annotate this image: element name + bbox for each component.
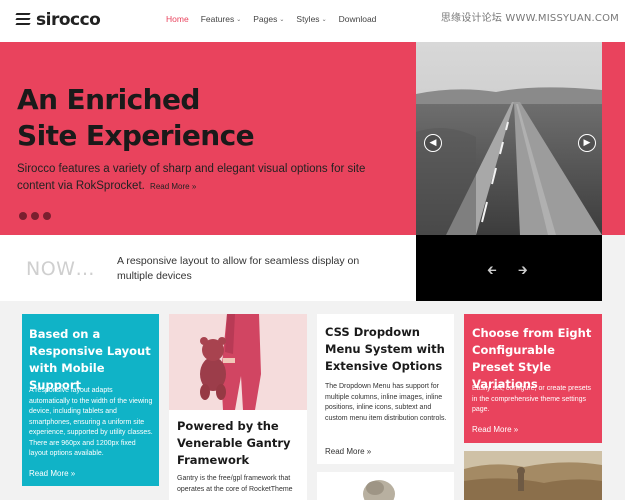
nav-item-pages[interactable]: Pages ⌄: [253, 14, 284, 24]
card-gantry-framework: Powered by the Venerable Gantry Framewor…: [169, 410, 307, 500]
nav-item-home[interactable]: Home: [166, 14, 189, 24]
teddy-bear-photo: [169, 314, 307, 410]
now-label: NOW…: [26, 258, 95, 280]
slide-dot-3[interactable]: [43, 212, 51, 220]
card-title: CSS Dropdown Menu System with Extensive …: [325, 325, 445, 373]
nav-label: Home: [166, 14, 189, 24]
card-style-variations: Choose from Eight Configurable Preset St…: [464, 314, 602, 443]
nav-label: Download: [338, 14, 377, 24]
main-nav: Home Features ⌄ Pages ⌄ Styles ⌄ Download: [166, 14, 376, 24]
slider-next-icon[interactable]: ▶: [578, 134, 596, 152]
read-more-link[interactable]: Read More »: [325, 447, 371, 456]
card-title: Based on a Responsive Layout with Mobile…: [29, 327, 151, 392]
card-body: A responsive layout adapts automatically…: [29, 387, 153, 457]
logo[interactable]: sirocco: [15, 9, 101, 31]
watermark: 思缘设计论坛 WWW.MISSYUAN.COM: [440, 13, 619, 24]
slider-prev-icon[interactable]: ◀: [424, 134, 442, 152]
now-navigation-panel: 🡰 🡲: [416, 235, 602, 301]
nav-label: Features: [200, 14, 235, 24]
card-image-desert: [464, 451, 602, 500]
statue-photo: [317, 472, 454, 500]
desert-photo: [464, 451, 602, 500]
nav-item-styles[interactable]: Styles ⌄: [296, 14, 326, 24]
chevron-down-icon: ⌄: [321, 16, 327, 23]
nav-label: Styles: [296, 14, 320, 24]
hero-description: Sirocco features a variety of sharp and …: [17, 161, 402, 195]
site-header: sirocco Home Features ⌄ Pages ⌄ Styles ⌄ Do…: [0, 0, 625, 42]
nav-item-features[interactable]: Features ⌄: [201, 14, 242, 24]
now-prev-icon[interactable]: 🡰: [487, 261, 497, 282]
logo-text: sirocco: [36, 10, 101, 30]
card-image-teddy: [169, 314, 307, 410]
card-body: Easily set, configure, or create presets…: [472, 385, 592, 413]
nav-label: Pages: [253, 14, 278, 24]
card-title: Choose from Eight Configurable Preset St…: [472, 326, 592, 391]
nav-item-download[interactable]: Download: [339, 14, 377, 24]
chevron-down-icon: ⌄: [279, 16, 285, 23]
card-title: Powered by the Venerable Gantry Framewor…: [177, 419, 291, 467]
card-dropdown-menu: CSS Dropdown Menu System with Extensive …: [317, 314, 454, 464]
road-landscape-image: [416, 42, 602, 235]
hero-title-line-1: An Enriched: [17, 83, 200, 116]
slide-dot-2[interactable]: [31, 212, 39, 220]
slide-dot-1[interactable]: [19, 212, 27, 220]
hero-title-line-2: Site Experience: [17, 119, 255, 152]
now-next-icon[interactable]: 🡲: [518, 261, 528, 282]
card-responsive-layout: Based on a Responsive Layout with Mobile…: [22, 314, 159, 486]
chevron-down-icon: ⌄: [236, 16, 242, 23]
logo-mark-icon: [15, 11, 31, 29]
card-body: Gantry is the free/gpl framework that op…: [177, 475, 293, 493]
card-image-statue: [317, 472, 454, 500]
hero-title: An Enriched Site Experience: [17, 82, 255, 154]
hero-read-more-link[interactable]: Read More »: [150, 182, 196, 191]
card-body: The Dropdown Menu has support for multip…: [325, 383, 447, 422]
now-text: A responsive layout to allow for seamles…: [117, 255, 360, 282]
slide-pagination: [19, 212, 51, 220]
page: sirocco Home Features ⌄ Pages ⌄ Styles ⌄ Do…: [0, 0, 625, 500]
read-more-link[interactable]: Read More »: [29, 469, 75, 478]
hero-slider-image: ◀ ▶: [416, 42, 602, 235]
now-bar: NOW… A responsive layout to allow for se…: [0, 235, 416, 301]
read-more-link[interactable]: Read More »: [472, 425, 518, 434]
